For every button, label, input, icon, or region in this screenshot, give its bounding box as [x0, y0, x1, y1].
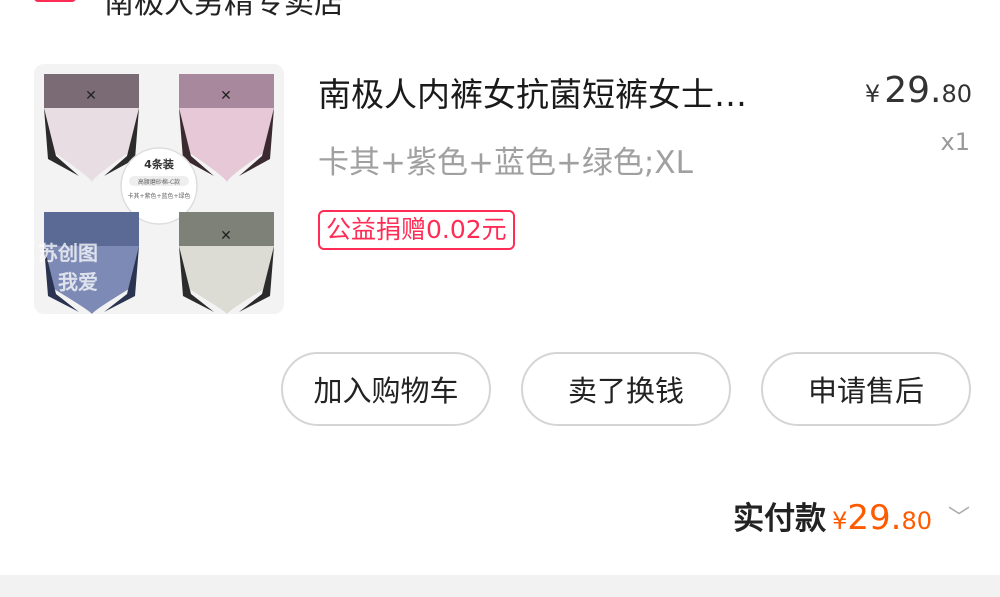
total-price-integer: 29.	[847, 498, 902, 538]
product-title[interactable]: 南极人内裤女抗菌短裤女士…	[318, 68, 828, 116]
shop-header[interactable]: 南极人男精专卖店 ›	[0, 0, 1000, 21]
svg-text:卡其+紫色+蓝色+绿色: 卡其+紫色+蓝色+绿色	[127, 192, 190, 200]
total-paid-row[interactable]: 实付款 ¥29.80 ﹀	[733, 493, 970, 538]
panty-khaki: ✕	[44, 74, 139, 182]
chevron-right-icon: ›	[476, 0, 486, 6]
svg-text:高腰磨砂棉-C款: 高腰磨砂棉-C款	[138, 178, 180, 186]
add-to-cart-button[interactable]: 加入购物车	[281, 352, 491, 426]
currency-symbol: ¥	[864, 80, 881, 108]
shop-icon	[34, 0, 76, 2]
svg-text:4条装: 4条装	[144, 157, 174, 171]
currency-symbol: ¥	[832, 507, 848, 535]
watermark: 我爱	[58, 270, 98, 294]
price-decimal: 80	[941, 80, 972, 108]
shop-name[interactable]: 南极人男精专卖店	[104, 0, 344, 22]
watermark: 苏创图	[38, 241, 98, 265]
svg-text:✕: ✕	[85, 88, 97, 104]
product-image-graphic: ✕ ✕ 4条装 高腰磨砂棉-C款 卡其+紫色+蓝色+绿色 ✕ 苏创图 我爱	[38, 74, 274, 314]
price-integer: 29.	[884, 70, 942, 111]
charity-badge: 公益捐赠0.02元	[318, 210, 515, 250]
product-quantity: x1	[940, 128, 970, 156]
svg-text:✕: ✕	[220, 88, 232, 104]
section-divider	[0, 575, 1000, 597]
panty-green: ✕	[179, 212, 274, 314]
total-paid-label: 实付款	[733, 501, 827, 537]
total-price-decimal: 80	[901, 507, 932, 535]
panty-purple: ✕	[179, 74, 274, 182]
product-price: ¥29.80	[865, 70, 972, 111]
sell-for-cash-button[interactable]: 卖了换钱	[521, 352, 731, 426]
svg-text:✕: ✕	[220, 228, 232, 244]
product-sku: 卡其+紫色+蓝色+绿色;XL	[318, 145, 693, 181]
product-image[interactable]: ✕ ✕ 4条装 高腰磨砂棉-C款 卡其+紫色+蓝色+绿色 ✕ 苏创图 我爱	[34, 64, 284, 314]
after-sales-button[interactable]: 申请售后	[761, 352, 971, 426]
chevron-down-icon[interactable]: ﹀	[948, 500, 970, 532]
